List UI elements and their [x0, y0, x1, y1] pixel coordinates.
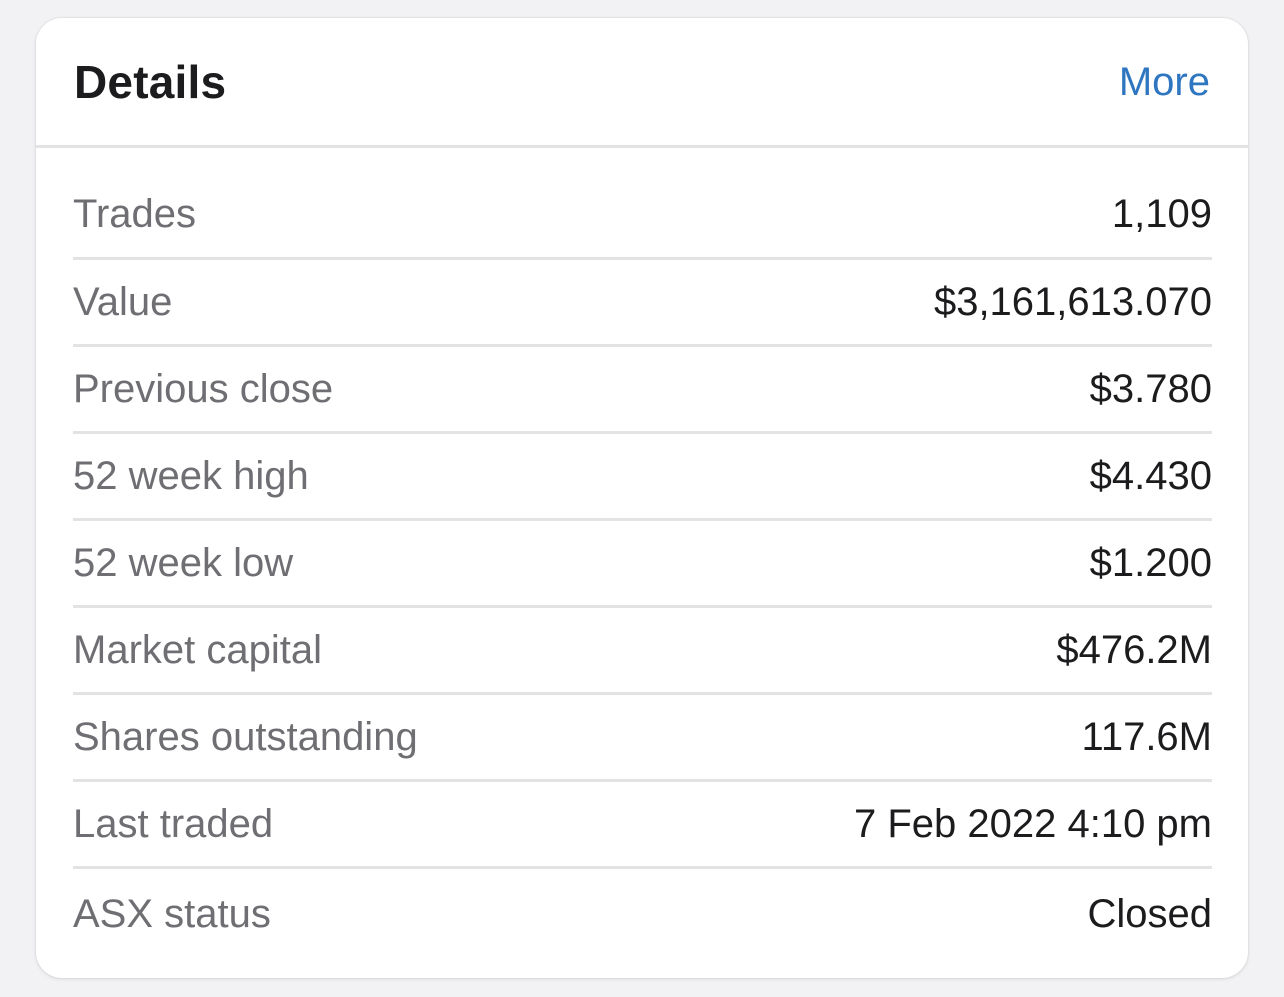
detail-row-asx-status: ASX status Closed [73, 869, 1212, 959]
detail-label: Value [73, 279, 173, 324]
detail-row-trades: Trades 1,109 [73, 148, 1212, 260]
more-link[interactable]: More [1119, 60, 1210, 105]
detail-value: $4.430 [1089, 453, 1212, 498]
detail-value: Closed [1087, 891, 1212, 936]
detail-value: 117.6M [1081, 714, 1212, 759]
detail-row-last-traded: Last traded 7 Feb 2022 4:10 pm [73, 782, 1212, 869]
detail-row-value: Value $3,161,613.070 [73, 260, 1212, 347]
detail-label: Market capital [73, 627, 322, 672]
detail-label: 52 week high [73, 453, 309, 498]
detail-value: $3,161,613.070 [933, 279, 1212, 324]
detail-value: $3.780 [1089, 366, 1212, 411]
detail-row-market-capital: Market capital $476.2M [73, 608, 1212, 695]
details-header: Details More [36, 18, 1248, 148]
detail-row-52-week-high: 52 week high $4.430 [73, 434, 1212, 521]
detail-label: ASX status [73, 891, 271, 936]
details-card: Details More Trades 1,109 Value $3,161,6… [36, 18, 1248, 978]
detail-value: 7 Feb 2022 4:10 pm [853, 801, 1212, 846]
details-list: Trades 1,109 Value $3,161,613.070 Previo… [36, 148, 1248, 959]
detail-value: 1,109 [1111, 192, 1212, 236]
detail-value: $476.2M [1056, 627, 1212, 672]
detail-row-previous-close: Previous close $3.780 [73, 347, 1212, 434]
details-title: Details [74, 56, 227, 108]
detail-label: Shares outstanding [73, 714, 418, 759]
detail-row-52-week-low: 52 week low $1.200 [73, 521, 1212, 608]
detail-value: $1.200 [1089, 540, 1212, 585]
detail-label: 52 week low [73, 540, 294, 585]
detail-label: Previous close [73, 366, 334, 411]
detail-row-shares-outstanding: Shares outstanding 117.6M [73, 695, 1212, 782]
detail-label: Last traded [73, 801, 274, 846]
detail-label: Trades [73, 192, 197, 236]
